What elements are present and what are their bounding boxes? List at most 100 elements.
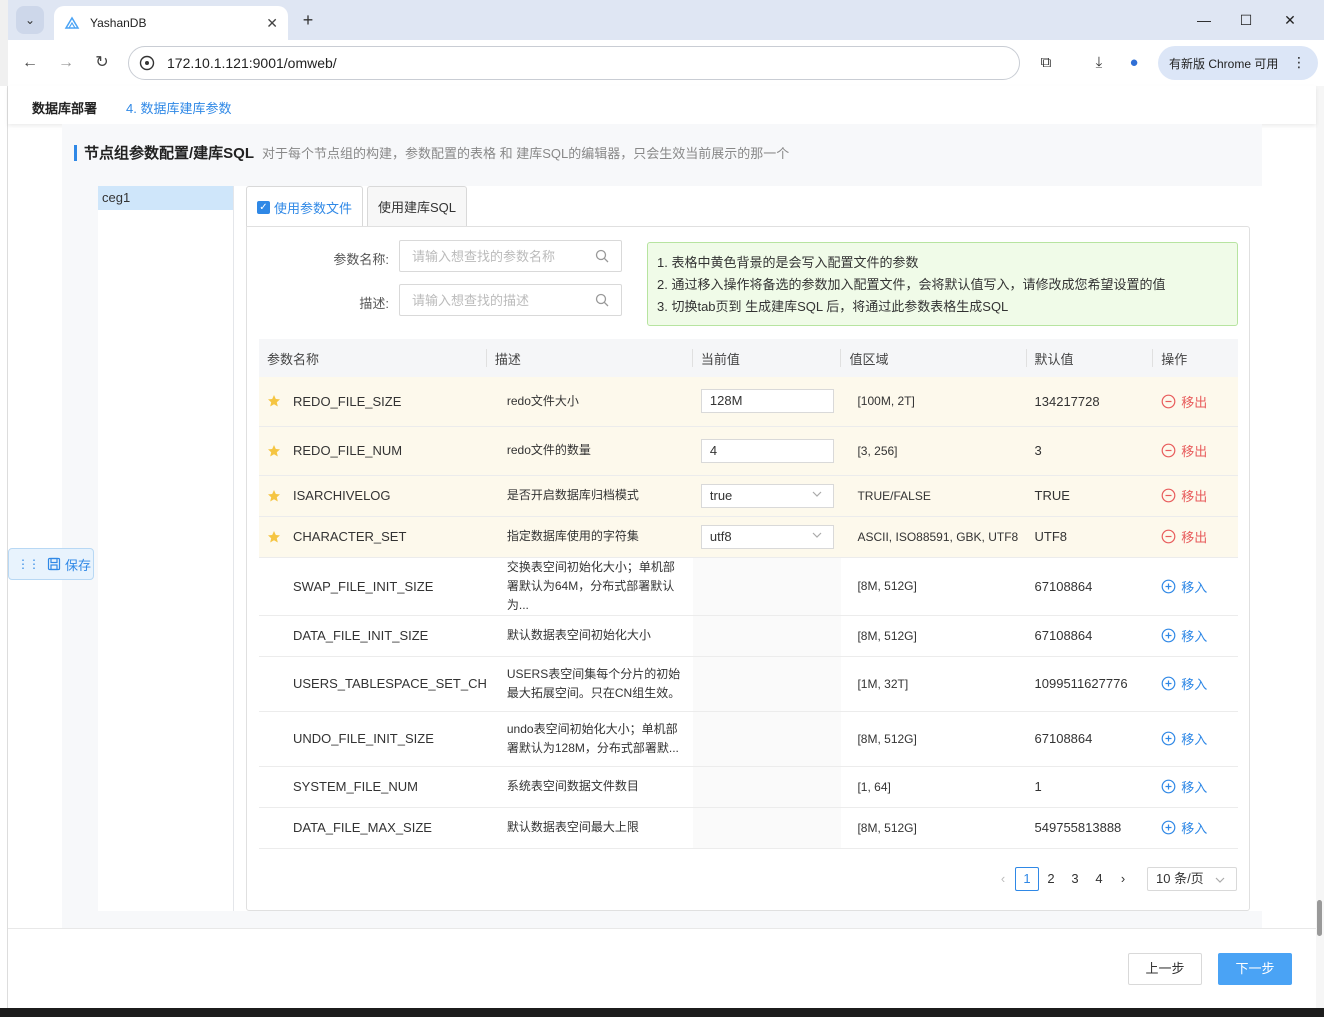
current-value-cell — [692, 807, 842, 849]
add-button[interactable]: 移入 — [1161, 577, 1238, 596]
value-range-cell: [8M, 512G] — [841, 711, 1027, 767]
search-icon[interactable] — [595, 293, 609, 307]
param-name-search-input[interactable] — [399, 240, 622, 272]
site-info-icon[interactable] — [139, 55, 155, 71]
star-icon — [268, 395, 280, 407]
value-range-cell: [8M, 512G] — [841, 557, 1027, 616]
remove-button[interactable]: 移出 — [1161, 486, 1238, 505]
current-value-input[interactable]: 4 — [700, 438, 834, 463]
reload-icon[interactable]: ↻ — [90, 51, 114, 75]
add-button[interactable]: 移入 — [1161, 674, 1238, 693]
next-step-button[interactable]: 下一步 — [1218, 953, 1292, 985]
tab-create-sql[interactable]: 使用建库SQL — [367, 186, 468, 226]
table-row: USERS_TABLESPACE_SET_CH USERS表空间集每个分片的初始最… — [259, 656, 1238, 712]
param-desc-cell: USERS表空间集每个分片的初始最大拓展空间。只在CN组生效。 — [486, 656, 693, 712]
prev-step-button[interactable]: 上一步 — [1128, 953, 1202, 985]
star-icon — [268, 444, 280, 456]
prev-page-icon[interactable]: ‹ — [991, 867, 1015, 891]
current-value-select[interactable]: utf8 — [700, 524, 834, 549]
scrollbar-thumb[interactable] — [1317, 900, 1322, 936]
current-value-cell — [692, 557, 842, 616]
add-circle-icon — [1161, 628, 1176, 643]
node-group-item[interactable]: ceg1 — [98, 186, 233, 210]
download-icon[interactable]: ⤓ — [1087, 51, 1111, 75]
add-button[interactable]: 移入 — [1161, 777, 1238, 796]
page-number[interactable]: 2 — [1039, 867, 1063, 891]
action-cell: 移入 — [1153, 557, 1238, 616]
action-cell: 移入 — [1153, 711, 1238, 767]
param-name: DATA_FILE_MAX_SIZE — [293, 820, 432, 835]
browser-tab[interactable]: YashanDB ✕ — [54, 6, 288, 40]
default-value-cell: 134217728 — [1026, 377, 1154, 427]
search-icon[interactable] — [595, 249, 609, 263]
params-table: 参数名称 描述 当前值 值区域 默认值 操作 REDO_FILE_SIZE red… — [259, 339, 1238, 849]
remove-button[interactable]: 移出 — [1161, 441, 1238, 460]
page-number[interactable]: 4 — [1087, 867, 1111, 891]
tab-search-button[interactable]: ⌄ — [16, 6, 44, 34]
minimize-icon[interactable]: — — [1192, 8, 1216, 32]
add-button[interactable]: 移入 — [1161, 818, 1238, 837]
param-name-cell: REDO_FILE_NUM — [259, 426, 487, 476]
param-name: REDO_FILE_NUM — [293, 443, 403, 458]
page-size-select[interactable]: 10 条/页 — [1147, 867, 1237, 891]
current-value-select[interactable]: true — [700, 483, 834, 508]
param-name-cell: DATA_FILE_MAX_SIZE — [259, 807, 487, 849]
current-value-cell — [692, 615, 842, 657]
next-page-icon[interactable]: › — [1111, 867, 1135, 891]
value-range-cell: [8M, 512G] — [841, 807, 1027, 849]
section-header: 节点组参数配置/建库SQL 对于每个节点组的构建，参数配置的表格 和 建库SQL… — [74, 142, 789, 163]
param-desc-cell: 指定数据库使用的字符集 — [486, 516, 693, 558]
chrome-update-button[interactable]: 有新版 Chrome 可用 ⋮ — [1158, 46, 1318, 80]
breadcrumb-parent[interactable]: 数据库部署 — [32, 98, 97, 117]
node-group-list: ceg1 — [98, 186, 234, 911]
remove-button[interactable]: 移出 — [1161, 527, 1238, 546]
tip-line: 3. 切换tab页到 生成建库SQL 后，将通过此参数表格生成SQL — [657, 299, 1009, 314]
default-value-cell: TRUE — [1026, 475, 1154, 517]
extensions-icon[interactable]: ⧉ — [1034, 51, 1058, 75]
param-name-cell: SWAP_FILE_INIT_SIZE — [259, 557, 487, 616]
background-page-edge — [0, 86, 8, 1017]
add-button[interactable]: 移入 — [1161, 729, 1238, 748]
param-name-cell: REDO_FILE_SIZE — [259, 377, 487, 427]
desc-search-input[interactable] — [399, 284, 622, 316]
config-panel: ✓ 使用参数文件 使用建库SQL 参数名称: 描述: 1. 表格中黄色背景的是会… — [234, 186, 1262, 911]
chrome-update-label: 有新版 Chrome 可用 — [1169, 56, 1279, 71]
param-desc-cell: 交换表空间初始化大小；单机部署默认为64M，分布式部署默认为... — [486, 557, 693, 616]
tab-param-file[interactable]: ✓ 使用参数文件 — [246, 186, 364, 227]
action-cell: 移入 — [1153, 615, 1238, 657]
add-button[interactable]: 移入 — [1161, 626, 1238, 645]
section-accent-bar — [74, 144, 77, 161]
new-tab-button[interactable]: + — [296, 8, 320, 32]
page-content: 数据库部署 4. 数据库建库参数 节点组参数配置/建库SQL 对于每个节点组的构… — [8, 86, 1316, 1008]
profile-icon[interactable]: ● — [1122, 51, 1146, 75]
remove-button[interactable]: 移出 — [1161, 392, 1238, 411]
table-row: REDO_FILE_NUM redo文件的数量 4 [3, 256] 3 移出 — [259, 426, 1238, 476]
breadcrumb: 数据库部署 4. 数据库建库参数 — [8, 86, 1316, 124]
tab-close-icon[interactable]: ✕ — [266, 15, 278, 32]
remove-circle-icon — [1161, 529, 1176, 544]
back-icon[interactable]: ← — [18, 51, 42, 75]
default-value-cell: UTF8 — [1026, 516, 1154, 558]
checkbox-checked-icon[interactable]: ✓ — [257, 200, 270, 214]
save-label: 保存 — [65, 557, 92, 573]
forward-icon[interactable]: → — [54, 51, 78, 75]
column-header: 参数名称 — [259, 339, 487, 377]
window-close-icon[interactable]: ✕ — [1278, 8, 1302, 32]
page-number[interactable]: 3 — [1063, 867, 1087, 891]
tips-box: 1. 表格中黄色背景的是会写入配置文件的参数 2. 通过移入操作将备选的参数加入… — [647, 242, 1238, 326]
address-bar[interactable]: 172.10.1.121:9001/omweb/ — [128, 46, 1020, 80]
drag-handle-icon[interactable]: ⋮⋮ — [17, 557, 40, 571]
table-row: ISARCHIVELOG 是否开启数据库归档模式 true TRUE/FALSE TRU… — [259, 475, 1238, 517]
current-value-input[interactable]: 128M — [700, 389, 834, 414]
param-file-panel: 参数名称: 描述: 1. 表格中黄色背景的是会写入配置文件的参数 2. 通过移入… — [246, 226, 1250, 911]
page-number[interactable]: 1 — [1015, 867, 1039, 891]
maximize-icon[interactable]: ☐ — [1234, 8, 1258, 32]
param-name-cell: CHARACTER_SET — [259, 516, 487, 558]
value-range-cell: [3, 256] — [841, 426, 1027, 476]
param-desc-cell: redo文件的数量 — [486, 426, 693, 476]
save-button[interactable]: ⋮⋮ 保存 — [8, 548, 94, 580]
current-value-cell: 4 — [692, 426, 842, 476]
chrome-menu-icon[interactable]: ⋮ — [1292, 54, 1306, 71]
param-name-cell: DATA_FILE_INIT_SIZE — [259, 615, 487, 657]
column-header: 默认值 — [1026, 339, 1154, 377]
